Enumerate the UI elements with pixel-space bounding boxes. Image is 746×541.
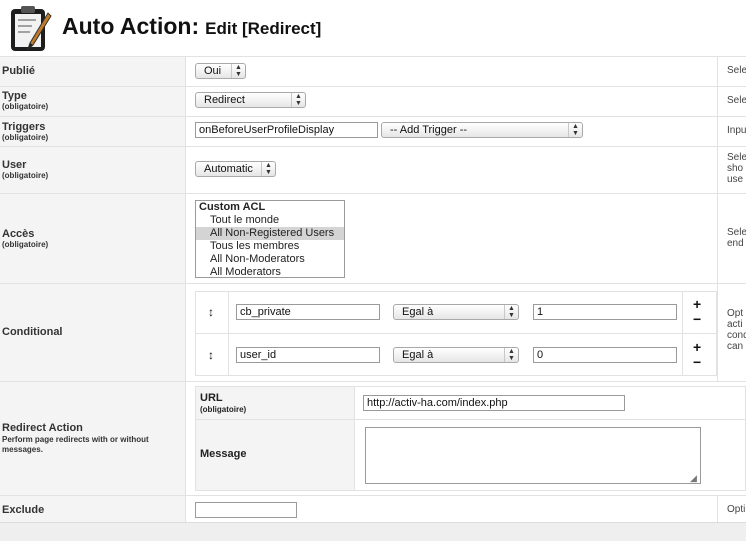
drag-handle-icon[interactable]: ↕ <box>208 348 214 362</box>
page-title-sub: Edit [Redirect] <box>205 19 322 38</box>
field-row-type: Type (obligatoire) Redirect ▲ ▼ Sele <box>0 86 746 116</box>
redirect-url-row: URL (obligatoire) http://activ-ha.com/in… <box>195 386 746 420</box>
publie-help: Sele <box>717 57 746 86</box>
url-label: URL <box>200 392 223 404</box>
acces-option[interactable]: Tous les membres <box>196 240 344 253</box>
triggers-required: (obligatoire) <box>2 133 49 142</box>
acces-option[interactable]: Tout le monde <box>196 214 344 227</box>
type-help: Sele <box>717 87 746 116</box>
resize-grip-icon[interactable]: ◢ <box>690 473 697 484</box>
triggers-input[interactable]: onBeforeUserProfileDisplay <box>195 122 378 138</box>
conditional-help: Opt acti cond can <box>717 284 746 381</box>
conditional-operator-select[interactable]: Egal à ▲ ▼ <box>393 347 519 363</box>
add-row-icon[interactable]: + <box>693 297 701 311</box>
conditional-field-input[interactable]: cb_private <box>236 304 380 320</box>
exclude-label: Exclude <box>2 504 45 516</box>
drag-handle-icon[interactable]: ↕ <box>208 305 214 319</box>
publie-select[interactable]: Oui ▲ ▼ <box>195 63 246 79</box>
triggers-help: Inpu <box>717 117 746 146</box>
conditional-operator-select[interactable]: Egal à ▲ ▼ <box>393 304 519 320</box>
acces-listbox[interactable]: Custom ACL Tout le monde All Non-Registe… <box>195 200 345 278</box>
field-row-redirect-action: Redirect Action Perform page redirects w… <box>0 381 746 495</box>
select-arrows-icon: ▲ ▼ <box>504 348 518 362</box>
field-row-conditional: Conditional ↕ cb_private Egal à ▲ ▼ 1 + −… <box>0 283 746 381</box>
user-help: Sele sho use <box>717 147 746 193</box>
acces-option-selected[interactable]: All Non-Registered Users <box>196 227 344 240</box>
field-row-acces: Accès (obligatoire) Custom ACL Tout le m… <box>0 193 746 283</box>
message-label: Message <box>200 448 247 460</box>
page-title: Auto Action: Edit [Redirect] <box>62 13 321 40</box>
field-row-user: User (obligatoire) Automatic ▲ ▼ Sele sho… <box>0 146 746 193</box>
acces-help: Sele end <box>717 194 746 283</box>
clipboard-pen-icon <box>11 6 52 51</box>
user-label: User <box>2 159 27 171</box>
triggers-label: Triggers <box>2 121 46 133</box>
conditional-table: ↕ cb_private Egal à ▲ ▼ 1 + − ↕ user_id E… <box>195 291 717 378</box>
acces-option[interactable]: All Non-Moderators <box>196 253 344 266</box>
field-row-exclude: Exclude Opti <box>0 495 746 522</box>
acces-option[interactable]: All Moderators <box>196 266 344 277</box>
redirect-message-row: Message ◢ <box>195 419 746 491</box>
url-required: (obligatoire) <box>200 405 247 414</box>
footer-bar <box>0 522 746 541</box>
page-header: Auto Action: Edit [Redirect] <box>0 0 746 56</box>
field-row-triggers: Triggers (obligatoire) onBeforeUserProfi… <box>0 116 746 146</box>
type-label: Type <box>2 90 27 102</box>
conditional-row: ↕ user_id Egal à ▲ ▼ 0 + − <box>195 333 717 376</box>
publie-label: Publié <box>2 65 36 77</box>
redirect-action-label: Redirect Action <box>2 422 83 434</box>
acces-option-group: Custom ACL <box>199 201 266 213</box>
redirect-action-description: Perform page redirects with or without m… <box>2 435 149 454</box>
remove-row-icon[interactable]: − <box>693 355 701 369</box>
select-arrows-icon: ▲ ▼ <box>231 64 245 78</box>
type-required: (obligatoire) <box>2 102 49 111</box>
acces-required: (obligatoire) <box>2 240 49 249</box>
conditional-row: ↕ cb_private Egal à ▲ ▼ 1 + − <box>195 291 717 334</box>
message-textarea[interactable] <box>365 427 701 484</box>
url-input[interactable]: http://activ-ha.com/index.php <box>363 395 625 411</box>
page-title-main: Auto Action: <box>62 13 200 39</box>
conditional-value-input[interactable]: 0 <box>533 347 677 363</box>
acces-label: Accès <box>2 228 35 240</box>
type-select[interactable]: Redirect ▲ ▼ <box>195 92 306 108</box>
select-arrows-icon: ▲ ▼ <box>261 162 275 176</box>
conditional-value-input[interactable]: 1 <box>533 304 677 320</box>
select-arrows-icon: ▲ ▼ <box>568 123 582 137</box>
exclude-help: Opti <box>717 496 746 522</box>
select-arrows-icon: ▲ ▼ <box>504 305 518 319</box>
user-required: (obligatoire) <box>2 171 49 180</box>
conditional-field-input[interactable]: user_id <box>236 347 380 363</box>
remove-row-icon[interactable]: − <box>693 312 701 326</box>
add-trigger-select[interactable]: -- Add Trigger -- ▲ ▼ <box>381 122 583 138</box>
add-row-icon[interactable]: + <box>693 340 701 354</box>
user-select[interactable]: Automatic ▲ ▼ <box>195 161 276 177</box>
exclude-input[interactable] <box>195 502 297 518</box>
select-arrows-icon: ▲ ▼ <box>291 93 305 107</box>
conditional-label: Conditional <box>2 326 63 338</box>
field-row-publie: Publié Oui ▲ ▼ Sele <box>0 56 746 86</box>
